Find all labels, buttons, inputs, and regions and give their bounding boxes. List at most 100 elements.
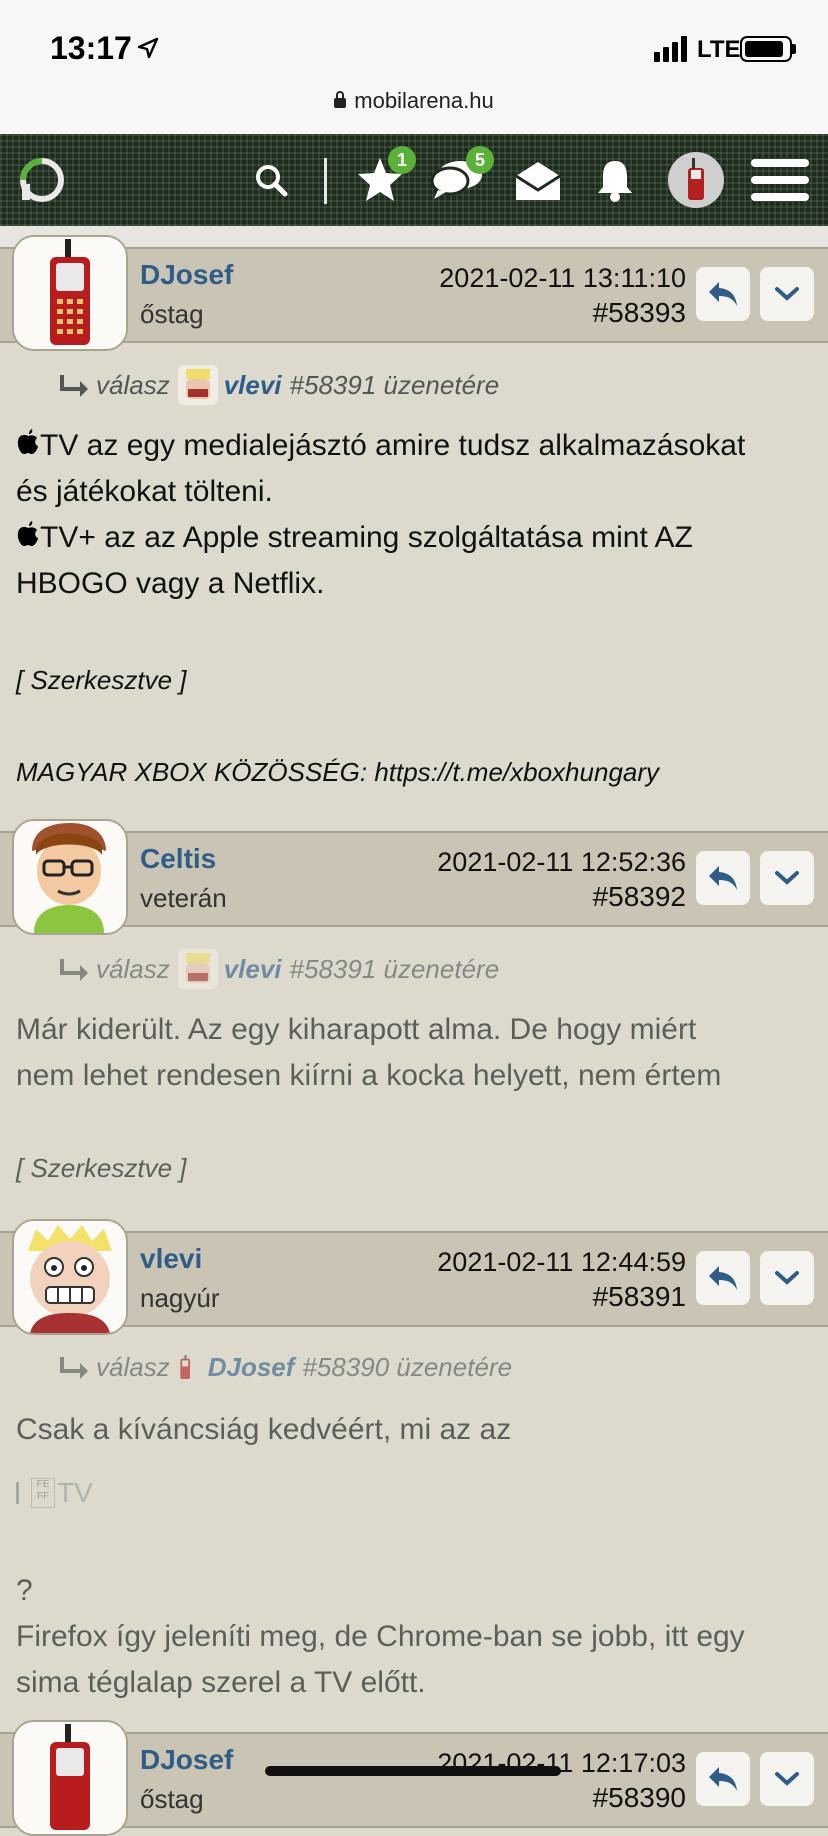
post-rank: nagyúr: [140, 1283, 220, 1313]
reply-arrow-icon: [709, 1266, 737, 1290]
reply-button[interactable]: [696, 267, 750, 321]
body-line: nem lehet rendesen kiírni a kocka helyet…: [16, 1059, 722, 1092]
reply-arrow-icon: [709, 1767, 737, 1791]
more-options-button[interactable]: [760, 267, 814, 321]
post-avatar[interactable]: [12, 819, 128, 935]
battery-icon: [740, 36, 792, 62]
status-bar: 13:17 LTE mobilarena.hu: [0, 0, 828, 134]
post-avatar[interactable]: [12, 1720, 128, 1836]
url-text: mobilarena.hu: [354, 88, 494, 113]
body-line: sima téglalap szerel a TV előtt.: [16, 1666, 426, 1699]
reply-button[interactable]: [696, 851, 750, 905]
reply-reference[interactable]: válasz vlevi #58391 üzenetére: [60, 365, 499, 405]
post-username[interactable]: DJosef: [140, 1744, 233, 1776]
post-number[interactable]: #58390: [593, 1782, 686, 1814]
more-options-button[interactable]: [760, 1251, 814, 1305]
body-line: Firefox így jeleníti meg, de Chrome-ban …: [16, 1620, 745, 1653]
forum-post: vlevi nagyúr 2021-02-11 12:44:59 #58391 …: [0, 1219, 828, 1711]
cursor-bar: [16, 1482, 19, 1504]
post-body: Csak a kíváncsiág kedvéért, mi az az: [16, 1407, 816, 1453]
post-rank: veterán: [140, 883, 227, 913]
reply-suffix: #58390 üzenetére: [302, 1351, 513, 1382]
chevron-down-icon: [775, 1772, 799, 1786]
post-username[interactable]: Celtis: [140, 843, 216, 875]
reply-suffix: #58391 üzenetére: [289, 369, 500, 400]
reply-curve-icon: [60, 375, 88, 397]
signal-icon: [654, 36, 687, 62]
reply-button[interactable]: [696, 1752, 750, 1806]
reply-curve-icon: [60, 959, 88, 981]
battery-tip: [792, 44, 796, 54]
post-number[interactable]: #58392: [593, 881, 686, 913]
post-body: TV az egy medialejásztó amire tudsz alka…: [16, 423, 816, 607]
reply-user-avatar: [177, 949, 218, 989]
post-username[interactable]: vlevi: [140, 1243, 202, 1275]
site-logo-icon[interactable]: [12, 134, 72, 226]
body-line: TV az egy medialejásztó amire tudsz alka…: [16, 423, 816, 469]
more-options-button[interactable]: [760, 1752, 814, 1806]
address-bar[interactable]: mobilarena.hu: [0, 88, 828, 114]
reply-reference[interactable]: válasz vlevi #58391 üzenetére: [60, 949, 499, 989]
body-line: Már kiderült. Az egy kiharapott alma. De…: [16, 1013, 697, 1046]
chevron-down-icon: [775, 871, 799, 885]
notifications-bell-icon[interactable]: [590, 134, 640, 226]
reply-user-avatar: [180, 1355, 190, 1379]
reply-curve-icon: [60, 1357, 88, 1379]
post-body-continued: ? Firefox így jeleníti meg, de Chrome-ba…: [16, 1568, 816, 1706]
location-arrow-icon: [137, 37, 159, 59]
reply-prefix: válasz: [96, 1351, 170, 1382]
user-avatar[interactable]: [668, 134, 724, 226]
edited-link[interactable]: [ Szerkesztve ]: [16, 665, 187, 696]
forum-post: DJosef őstag 2021-02-11 12:17:03 #58390: [0, 1720, 828, 1836]
edited-link[interactable]: [ Szerkesztve ]: [16, 1153, 187, 1184]
body-line: és játékokat tölteni.: [16, 475, 273, 508]
chevron-down-icon: [775, 1271, 799, 1285]
body-line: ?: [16, 1574, 33, 1607]
reply-user-avatar: [177, 365, 218, 405]
messages-badge: 5: [466, 146, 494, 174]
home-indicator[interactable]: [265, 1766, 561, 1776]
favorites-badge: 1: [388, 146, 416, 174]
search-icon[interactable]: [250, 134, 292, 226]
reply-arrow-icon: [709, 866, 737, 890]
post-date: 2021-02-11 13:11:10: [439, 263, 686, 293]
network-type: LTE: [697, 36, 741, 63]
reply-prefix: válasz: [96, 369, 170, 400]
post-username[interactable]: DJosef: [140, 259, 233, 291]
reply-username[interactable]: vlevi: [224, 370, 282, 401]
signature[interactable]: MAGYAR XBOX KÖZÖSSÉG: https://t.me/xboxh…: [16, 757, 659, 788]
post-avatar[interactable]: [12, 235, 128, 351]
post-avatar[interactable]: [12, 1219, 128, 1335]
post-rank: őstag: [140, 1784, 204, 1814]
more-options-button[interactable]: [760, 851, 814, 905]
post-number[interactable]: #58391: [593, 1281, 686, 1313]
post-body: Már kiderült. Az egy kiharapott alma. De…: [16, 1007, 816, 1099]
tv-text: TV: [57, 1477, 93, 1508]
reply-suffix: #58391 üzenetére: [289, 953, 500, 984]
post-date: 2021-02-11 12:44:59: [437, 1247, 686, 1277]
body-line: HBOGO vagy a Netflix.: [16, 567, 325, 600]
missing-glyph-box: FE FF: [31, 1478, 55, 1508]
post-number[interactable]: #58393: [593, 297, 686, 329]
reply-arrow-icon: [709, 282, 737, 306]
reply-button[interactable]: [696, 1251, 750, 1305]
nav-separator: [324, 158, 327, 204]
reply-username[interactable]: DJosef: [208, 1352, 295, 1383]
reply-prefix: válasz: [96, 953, 170, 984]
missing-glyph-snippet: FE FF TV: [16, 1477, 93, 1509]
apple-logo-icon: [17, 521, 38, 546]
forum-post: DJosef őstag 2021-02-11 13:11:10 #58393 …: [0, 235, 828, 827]
post-rank: őstag: [140, 299, 204, 329]
chevron-down-icon: [775, 287, 799, 301]
lock-icon: [334, 91, 347, 108]
body-line: TV+ az az Apple streaming szolgáltatása …: [16, 515, 816, 561]
mail-envelope-icon[interactable]: [510, 134, 566, 226]
body-line: Csak a kíváncsiág kedvéért, mi az az: [16, 1413, 512, 1446]
clock: 13:17: [50, 30, 132, 66]
post-date: 2021-02-11 12:52:36: [437, 847, 686, 877]
forum-post: Celtis veterán 2021-02-11 12:52:36 #5839…: [0, 819, 828, 1231]
reply-username[interactable]: vlevi: [224, 954, 282, 985]
menu-hamburger-icon[interactable]: [748, 134, 812, 226]
reply-reference[interactable]: válasz DJosef #58390 üzenetére: [60, 1347, 512, 1387]
apple-logo-icon: [17, 429, 38, 454]
